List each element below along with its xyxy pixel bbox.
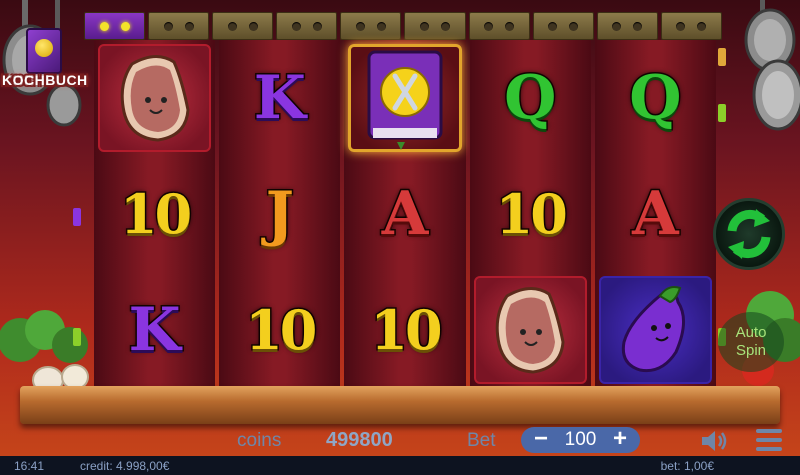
bet-value: 100 — [564, 429, 597, 450]
logo-text: KOCHBUCH — [2, 72, 88, 88]
reel-cell: A — [595, 156, 716, 272]
cookbook-logo-icon — [26, 28, 62, 74]
reel-5: Q A — [594, 40, 717, 388]
symbol-jack: J — [264, 179, 295, 249]
reel-3: A 10 — [344, 40, 466, 388]
reel-cell: Q — [595, 40, 716, 156]
reel-cell: 10 — [219, 272, 340, 388]
wooden-shelf — [20, 386, 780, 424]
symbol-ace: A — [631, 179, 681, 249]
bet-display: bet: 1,00€ — [660, 459, 714, 473]
steak-icon — [120, 55, 190, 142]
symbol-king: K — [252, 63, 307, 133]
payline-segment — [468, 12, 530, 40]
status-bar: 16:41 credit: 4.998,00€ bet: 1,00€ — [0, 456, 800, 475]
reel-cell: K — [219, 40, 340, 156]
symbol-ten: 10 — [119, 182, 194, 246]
menu-icon[interactable] — [756, 429, 782, 451]
symbol-ten: 10 — [244, 298, 319, 362]
payline-segment — [596, 12, 658, 40]
payline-marker-right — [718, 104, 726, 122]
clock-time: 16:41 — [14, 459, 45, 473]
symbol-ten: 10 — [369, 298, 444, 362]
steak-icon — [495, 287, 565, 374]
reel-cell — [470, 272, 591, 388]
symbol-king: K — [127, 295, 182, 365]
reel-cell — [344, 40, 465, 156]
payline-segment — [84, 12, 146, 40]
eggplant-icon — [622, 286, 686, 373]
bet-decrease-button[interactable]: − — [531, 427, 551, 451]
credit-display: credit: 4.998,00€ — [80, 459, 170, 473]
reel-cell: 10 — [470, 156, 591, 272]
coins-value: 499800 — [326, 429, 393, 451]
control-bar: coins 499800 Bet − 100 + — [0, 424, 800, 454]
reel-cell: J — [219, 156, 340, 272]
reel-cell: Q — [470, 40, 591, 156]
coins-label: coins — [237, 430, 282, 451]
reel-cell: 10 — [344, 272, 465, 388]
reel-cell — [595, 272, 716, 388]
symbol-ace: A — [380, 179, 430, 249]
autospin-label: Auto — [735, 324, 767, 341]
symbol-queen: Q — [503, 63, 558, 133]
payline-segment — [340, 12, 402, 40]
reel-cell: A — [344, 156, 465, 272]
reel-4: Q 10 — [469, 40, 591, 388]
reel-1: 10 K — [94, 40, 216, 388]
symbol-queen: Q — [628, 63, 683, 133]
autospin-label: Spin — [735, 342, 767, 359]
reel-2: K J 10 — [219, 40, 341, 388]
bet-label: Bet — [467, 430, 496, 451]
refresh-icon — [727, 209, 771, 259]
reel-cell: 10 — [94, 156, 215, 272]
symbol-ten: 10 — [494, 182, 569, 246]
cookbook-icon — [367, 50, 443, 150]
payline-indicator — [84, 12, 722, 40]
payline-segment — [276, 12, 338, 40]
autospin-button[interactable]: Auto Spin — [718, 312, 784, 372]
reel-grid: 10 K K J 10 A 10 Q 10 Q A — [94, 40, 717, 388]
spin-button[interactable] — [713, 198, 785, 270]
payline-marker-right — [718, 48, 726, 66]
game-logo: KOCHBUCH — [2, 28, 88, 102]
reel-cell: K — [94, 272, 215, 388]
reel-cell — [94, 40, 215, 156]
bet-increase-button[interactable]: + — [610, 427, 630, 451]
payline-marker-left — [73, 208, 81, 226]
payline-segment — [212, 12, 274, 40]
hanging-pans-icon — [744, 0, 800, 131]
payline-marker-left — [73, 328, 81, 346]
payline-segment — [404, 12, 466, 40]
payline-segment — [532, 12, 594, 40]
payline-segment — [148, 12, 210, 40]
speaker-icon[interactable] — [700, 430, 728, 452]
bet-stepper: − 100 + — [521, 427, 640, 453]
payline-segment — [660, 12, 722, 40]
